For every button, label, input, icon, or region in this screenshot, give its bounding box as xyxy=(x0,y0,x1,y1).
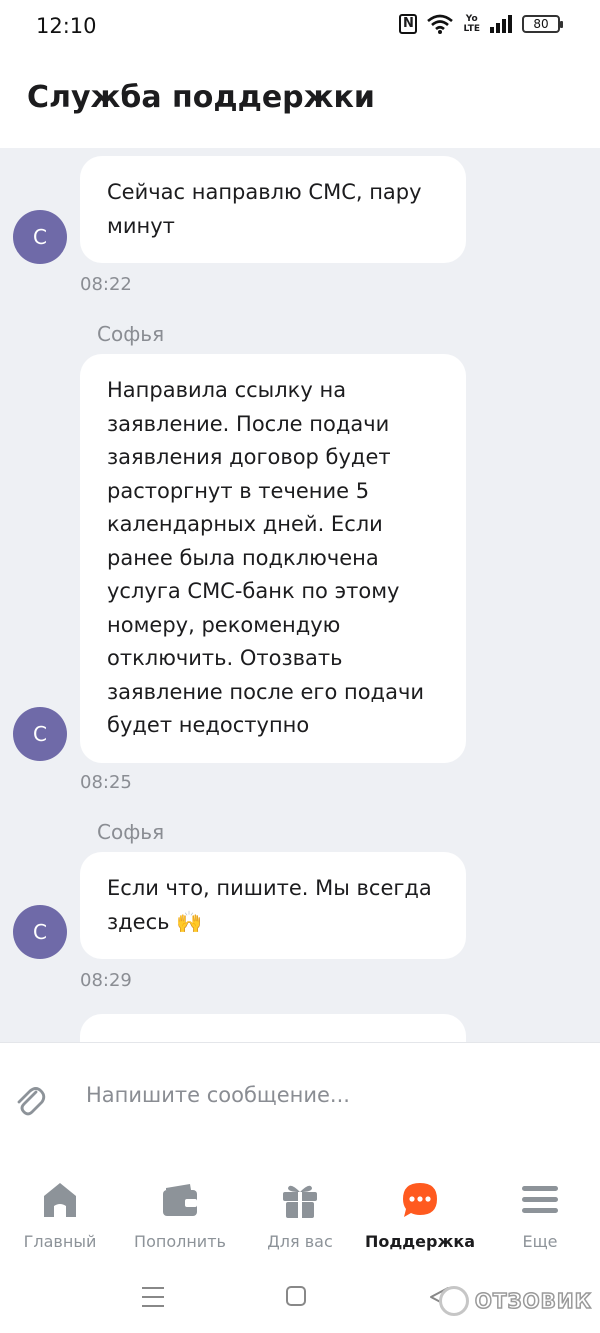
nav-label: Пополнить xyxy=(134,1232,226,1251)
nav-item-top-up[interactable]: Пополнить xyxy=(120,1180,240,1251)
status-icons: N Yo LTE 80 xyxy=(399,14,563,34)
watermark-text: ОТЗОВИК xyxy=(474,1288,592,1314)
nav-label: Еще xyxy=(522,1232,558,1251)
volte-top: Yo xyxy=(465,14,478,24)
nav-item-home[interactable]: Главный xyxy=(0,1180,120,1251)
nav-item-more[interactable]: Еще xyxy=(480,1180,600,1251)
status-bar: 12:10 N Yo LTE 80 xyxy=(0,0,600,54)
paperclip-icon[interactable] xyxy=(14,1083,46,1119)
battery-icon: 80 xyxy=(522,15,563,33)
watermark-logo-icon xyxy=(438,1286,469,1316)
message-time: 08:22 xyxy=(80,274,132,295)
gift-icon xyxy=(283,1185,317,1218)
nav-label: Главный xyxy=(23,1232,97,1251)
home-icon xyxy=(44,1183,76,1217)
nav-item-support[interactable]: Поддержка xyxy=(360,1180,480,1251)
bottom-nav: Главный Пополнить Для вас Поддержка Еще xyxy=(0,1154,600,1264)
avatar: С xyxy=(13,210,67,264)
nav-item-for-you[interactable]: Для вас xyxy=(240,1180,360,1251)
message-bubble-partial xyxy=(80,1014,466,1042)
volte-icon: Yo LTE xyxy=(463,14,480,34)
page-header: Служба поддержки xyxy=(0,54,600,148)
chat-bubble-icon xyxy=(403,1183,437,1217)
signal-icon xyxy=(490,15,512,33)
page-title: Служба поддержки xyxy=(27,80,375,115)
avatar: С xyxy=(13,905,67,959)
message-bubble: Направила ссылку на заявление. После под… xyxy=(80,354,466,763)
nav-label: Для вас xyxy=(267,1232,333,1251)
message-bubble: Если что, пишите. Мы всегда здесь 🙌 xyxy=(80,852,466,959)
wallet-icon xyxy=(163,1184,197,1216)
message-bubble: Сейчас направлю СМС, пару минут xyxy=(80,156,466,263)
message-composer xyxy=(0,1042,600,1154)
nfc-icon: N xyxy=(399,14,418,34)
message-time: 08:29 xyxy=(80,970,132,991)
sender-name: Софья xyxy=(97,322,165,346)
system-nav-bar: ОТЗОВИК xyxy=(0,1264,600,1333)
message-input[interactable] xyxy=(86,1083,566,1107)
wifi-icon xyxy=(427,14,454,34)
volte-bottom: LTE xyxy=(463,24,480,34)
sender-name: Софья xyxy=(97,820,165,844)
menu-icon xyxy=(522,1186,558,1213)
message-time: 08:25 xyxy=(80,772,132,793)
status-time: 12:10 xyxy=(36,14,97,38)
home-button-icon[interactable] xyxy=(285,1284,307,1308)
chat-area[interactable]: Сейчас направлю СМС, пару минут С 08:22 … xyxy=(0,148,600,1042)
nav-label: Поддержка xyxy=(364,1232,476,1251)
watermark: ОТЗОВИК xyxy=(438,1286,592,1316)
recent-apps-icon[interactable] xyxy=(142,1284,164,1310)
avatar: С xyxy=(13,707,67,761)
